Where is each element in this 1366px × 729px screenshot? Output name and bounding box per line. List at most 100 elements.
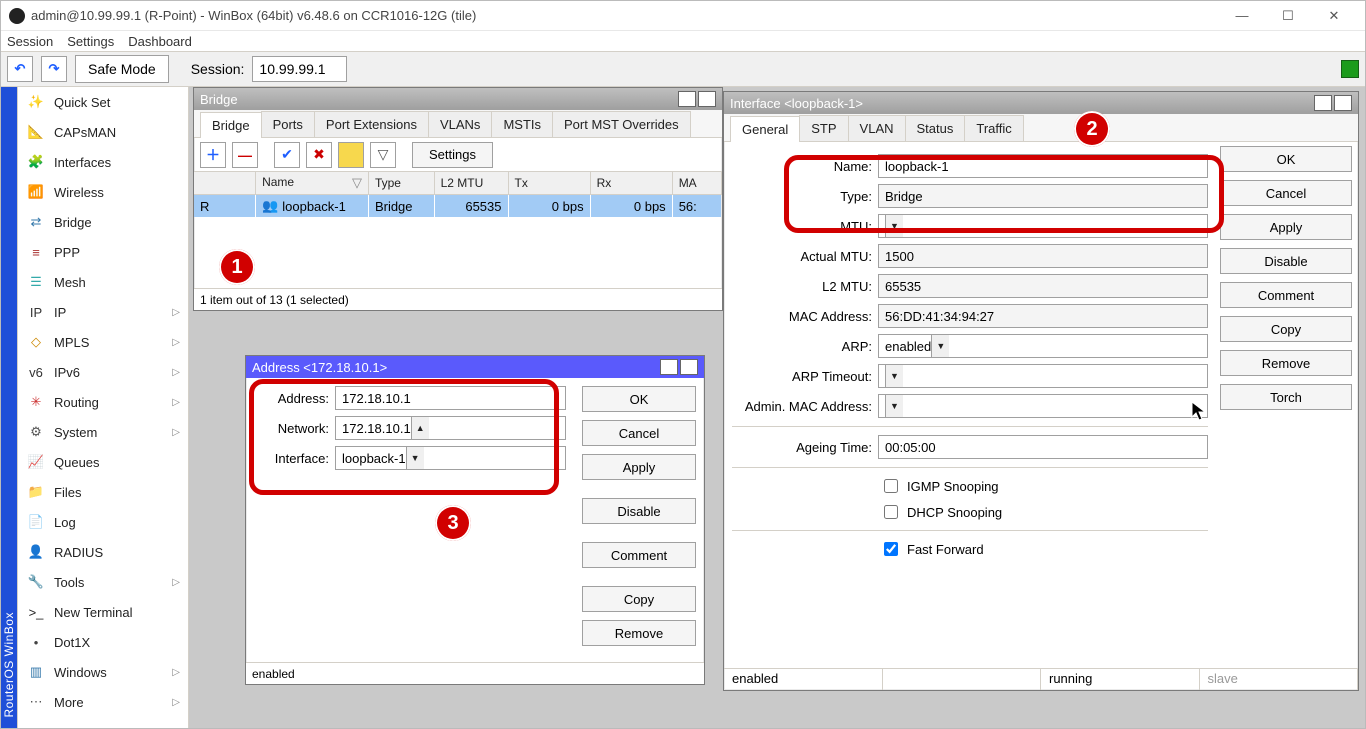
close-button[interactable]: ✕ [1311, 1, 1357, 31]
tab-stp[interactable]: STP [799, 115, 848, 141]
tab-vlan[interactable]: VLAN [848, 115, 906, 141]
add-button[interactable]: ＋ [200, 142, 226, 168]
interface-select[interactable]: loopback-1▼ [335, 446, 566, 470]
mtu-input[interactable]: ▼ [878, 214, 1208, 238]
network-input[interactable]: 172.18.10.1▲ [335, 416, 566, 440]
column-header[interactable]: MA [672, 172, 721, 195]
maximize-button[interactable]: ☐ [1265, 1, 1311, 31]
sidebar-item-windows[interactable]: ▥Windows▷ [18, 657, 188, 687]
remove-button[interactable]: — [232, 142, 258, 168]
remove-button[interactable]: Remove [582, 620, 696, 646]
addr-close-icon[interactable]: ✕ [680, 359, 698, 375]
sidebar-item-system[interactable]: ⚙System▷ [18, 417, 188, 447]
column-header[interactable]: Rx [590, 172, 672, 195]
arp-select[interactable]: enabled▼ [878, 334, 1208, 358]
column-header[interactable]: Type [368, 172, 434, 195]
settings-button[interactable]: Settings [412, 142, 493, 168]
ok-button[interactable]: OK [582, 386, 696, 412]
sidebar-item-log[interactable]: 📄Log [18, 507, 188, 537]
chevron-down-icon[interactable]: ▼ [931, 335, 949, 357]
session-input[interactable] [252, 56, 347, 82]
chevron-down-icon[interactable]: ▼ [885, 395, 903, 417]
interface-window-title[interactable]: Interface <loopback-1> ▭✕ [724, 92, 1358, 114]
comment-button[interactable] [338, 142, 364, 168]
fast-forward-checkbox[interactable]: Fast Forward [880, 539, 1208, 559]
tab-traffic[interactable]: Traffic [964, 115, 1023, 141]
addr-min-icon[interactable]: ▭ [660, 359, 678, 375]
sidebar-item-queues[interactable]: 📈Queues [18, 447, 188, 477]
copy-button[interactable]: Copy [1220, 316, 1352, 342]
tab-mstis[interactable]: MSTIs [491, 111, 553, 137]
chevron-up-icon[interactable]: ▲ [411, 417, 429, 439]
sidebar-item-capsman[interactable]: 📐CAPsMAN [18, 117, 188, 147]
cancel-button[interactable]: Cancel [1220, 180, 1352, 206]
column-header[interactable]: Tx [508, 172, 590, 195]
bridge-window-title[interactable]: Bridge ▭✕ [194, 88, 722, 110]
ageing-input[interactable]: 00:05:00 [878, 435, 1208, 459]
tab-ports[interactable]: Ports [261, 111, 315, 137]
menu-settings[interactable]: Settings [67, 34, 114, 49]
iface-min-icon[interactable]: ▭ [1314, 95, 1332, 111]
tab-bridge[interactable]: Bridge [200, 112, 262, 138]
sidebar-item-mpls[interactable]: ◇MPLS▷ [18, 327, 188, 357]
tab-general[interactable]: General [730, 116, 800, 142]
disable-button[interactable]: Disable [582, 498, 696, 524]
address-window-title[interactable]: Address <172.18.10.1> ▭✕ [246, 356, 704, 378]
menu-session[interactable]: Session [7, 34, 53, 49]
chevron-down-icon[interactable]: ▼ [885, 215, 903, 237]
bridge-min-icon[interactable]: ▭ [678, 91, 696, 107]
column-header[interactable]: Name ▽ [256, 172, 369, 195]
torch-button[interactable]: Torch [1220, 384, 1352, 410]
disable-button[interactable]: ✖ [306, 142, 332, 168]
comment-button[interactable]: Comment [1220, 282, 1352, 308]
sidebar-item-dot1x[interactable]: •Dot1X [18, 627, 188, 657]
column-header[interactable]: L2 MTU [434, 172, 508, 195]
sidebar-item-wireless[interactable]: 📶Wireless [18, 177, 188, 207]
chevron-down-icon[interactable]: ▼ [885, 365, 903, 387]
admin-mac-input[interactable]: ▼ [878, 394, 1208, 418]
dhcp-checkbox[interactable]: DHCP Snooping [880, 502, 1208, 522]
menu-dashboard[interactable]: Dashboard [128, 34, 192, 49]
tab-status[interactable]: Status [905, 115, 966, 141]
chevron-down-icon[interactable]: ▼ [406, 447, 424, 469]
ok-button[interactable]: OK [1220, 146, 1352, 172]
iface-close-icon[interactable]: ✕ [1334, 95, 1352, 111]
enable-button[interactable]: ✔ [274, 142, 300, 168]
sidebar-item-files[interactable]: 📁Files [18, 477, 188, 507]
sidebar-item-ip[interactable]: IPIP▷ [18, 297, 188, 327]
sidebar-item-ppp[interactable]: ≡PPP [18, 237, 188, 267]
minimize-button[interactable]: — [1219, 1, 1265, 31]
redo-button[interactable]: ↷ [41, 56, 67, 82]
sidebar-item-mesh[interactable]: ☰Mesh [18, 267, 188, 297]
sidebar-item-interfaces[interactable]: 🧩Interfaces [18, 147, 188, 177]
copy-button[interactable]: Copy [582, 586, 696, 612]
sidebar-item-ipv6[interactable]: v6IPv6▷ [18, 357, 188, 387]
sidebar-item-radius[interactable]: 👤RADIUS [18, 537, 188, 567]
cancel-button[interactable]: Cancel [582, 420, 696, 446]
remove-button[interactable]: Remove [1220, 350, 1352, 376]
bridge-close-icon[interactable]: ✕ [698, 91, 716, 107]
apply-button[interactable]: Apply [1220, 214, 1352, 240]
interface-label: Interface: [254, 451, 329, 466]
sidebar-item-new-terminal[interactable]: >_New Terminal [18, 597, 188, 627]
sidebar-item-routing[interactable]: ✳Routing▷ [18, 387, 188, 417]
table-row[interactable]: R 👥loopback-1 Bridge 65535 0 bps 0 bps 5… [194, 195, 722, 218]
safe-mode-button[interactable]: Safe Mode [75, 55, 169, 83]
sidebar-item-tools[interactable]: 🔧Tools▷ [18, 567, 188, 597]
tab-port-mst-overrides[interactable]: Port MST Overrides [552, 111, 691, 137]
column-header[interactable] [194, 172, 256, 195]
sidebar-item-bridge[interactable]: ⇄Bridge [18, 207, 188, 237]
address-input[interactable]: 172.18.10.1 [335, 386, 566, 410]
igmp-checkbox[interactable]: IGMP Snooping [880, 476, 1208, 496]
tab-port-extensions[interactable]: Port Extensions [314, 111, 429, 137]
filter-button[interactable]: ▽ [370, 142, 396, 168]
sidebar-item-quick-set[interactable]: ✨Quick Set [18, 87, 188, 117]
comment-button[interactable]: Comment [582, 542, 696, 568]
name-input[interactable]: loopback-1 [878, 154, 1208, 178]
tab-vlans[interactable]: VLANs [428, 111, 492, 137]
undo-button[interactable]: ↶ [7, 56, 33, 82]
arp-timeout-input[interactable]: ▼ [878, 364, 1208, 388]
apply-button[interactable]: Apply [582, 454, 696, 480]
disable-button[interactable]: Disable [1220, 248, 1352, 274]
sidebar-item-more[interactable]: ⋯More▷ [18, 687, 188, 717]
